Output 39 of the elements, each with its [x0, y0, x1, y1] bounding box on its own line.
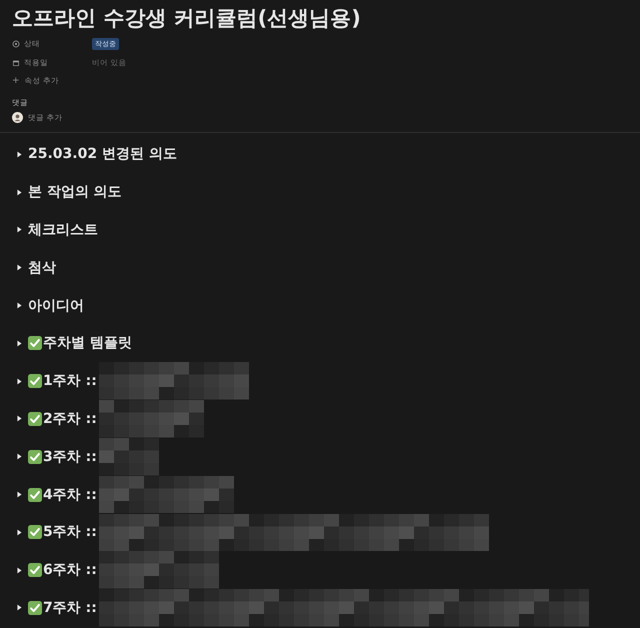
avatar-icon	[12, 112, 23, 123]
toggle-arrow-icon[interactable]	[17, 604, 22, 612]
toggle-heading[interactable]: 6주차 ::	[43, 561, 97, 580]
check-mark-icon	[28, 600, 42, 615]
toggle-arrow-icon[interactable]	[17, 415, 22, 422]
toggle-heading[interactable]: 체크리스트	[28, 220, 98, 239]
toggle-heading[interactable]: 4주차 ::	[43, 486, 97, 504]
toggle-arrow-icon[interactable]	[17, 528, 22, 536]
toggle-heading[interactable]: 아이디어	[28, 296, 84, 315]
toggle-heading[interactable]: 25.03.02 변경된 의도	[28, 145, 177, 164]
toggle-arrow-icon[interactable]	[17, 566, 22, 574]
check-mark-icon	[28, 488, 42, 502]
toggle-heading[interactable]: 1주차 ::	[43, 372, 97, 390]
toggle-arrow-icon[interactable]	[17, 491, 22, 498]
check-mark-icon	[28, 412, 42, 426]
toggle-heading[interactable]: 2주차 ::	[43, 410, 97, 428]
toggle-arrow-icon[interactable]	[17, 302, 22, 310]
calendar-icon	[12, 58, 20, 67]
status-icon	[12, 40, 20, 48]
check-mark-icon	[28, 374, 42, 388]
toggle-arrow-icon[interactable]	[17, 264, 22, 272]
check-mark-icon	[28, 563, 42, 578]
toggle-arrow-icon[interactable]	[17, 378, 22, 385]
toggle-arrow-icon[interactable]	[17, 340, 22, 347]
check-mark-icon	[28, 450, 42, 464]
toggle-heading[interactable]: 7주차 ::	[43, 598, 97, 617]
toggle-heading[interactable]: 첨삭	[28, 258, 56, 277]
toggle-heading[interactable]: 주차별 템플릿	[43, 334, 132, 352]
page-title: 오프라인 수강생 커리큘럼(선생님용)	[12, 5, 362, 32]
toggle-arrow-icon[interactable]	[17, 150, 22, 158]
plus-icon: +	[12, 76, 20, 86]
toggle-heading[interactable]: 본 작업의 의도	[28, 183, 122, 202]
toggle-arrow-icon[interactable]	[17, 188, 22, 196]
check-mark-icon	[28, 336, 42, 350]
toggle-arrow-icon[interactable]	[17, 453, 22, 460]
toggle-heading[interactable]: 5주차 ::	[43, 523, 97, 542]
toggle-arrow-icon[interactable]	[17, 226, 22, 234]
check-mark-icon	[28, 525, 42, 540]
toggle-heading[interactable]: 3주차 ::	[43, 448, 97, 466]
